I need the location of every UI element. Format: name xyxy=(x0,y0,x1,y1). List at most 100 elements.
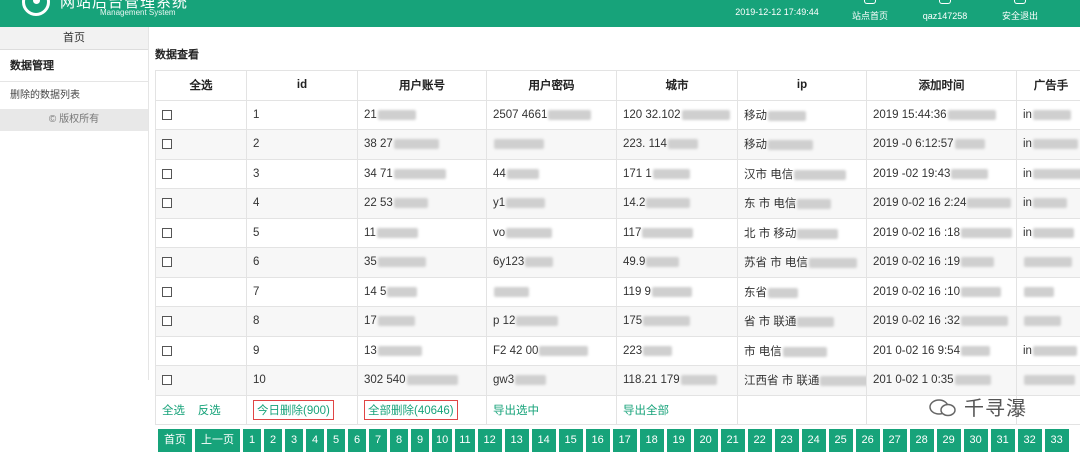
cell-city: 119 9 xyxy=(623,285,651,298)
row-checkbox[interactable] xyxy=(162,316,172,327)
cell-account: 38 27 xyxy=(364,138,393,151)
pagination-page[interactable]: 15 xyxy=(558,429,583,452)
col-added-time: 添加时间 xyxy=(866,70,1017,101)
redacted-blur xyxy=(377,257,426,268)
cell-account: 11 xyxy=(364,226,376,239)
table-row: 1 21 2507 4661 120 32.102 移动 2019 15:44:36 in xyxy=(155,99,1080,130)
redacted-blur xyxy=(797,317,835,328)
pagination-page[interactable]: 8 xyxy=(390,429,408,452)
redacted-blur xyxy=(782,346,827,357)
pagination-page[interactable]: 17 xyxy=(612,429,637,452)
cell-account: 14 5 xyxy=(364,285,387,298)
table-row: 6 35 6y123 49.9 苏省 市 电信 2019 0-02 16 :19 xyxy=(155,247,1080,278)
cell-password: 44 xyxy=(493,167,506,180)
redacted-blur xyxy=(960,316,1008,327)
redacted-blur xyxy=(954,139,985,150)
pagination-page[interactable]: 5 xyxy=(327,429,345,452)
row-checkbox[interactable] xyxy=(162,109,172,120)
row-checkbox[interactable] xyxy=(162,375,172,386)
cell-time: 2019 -02 19:43 xyxy=(873,167,951,180)
pagination-page[interactable]: 21 xyxy=(720,429,745,452)
cell-advertiser: in xyxy=(1023,108,1032,121)
home-icon xyxy=(864,0,876,4)
cell-city: 223. 114 xyxy=(623,138,667,151)
pagination-page[interactable]: 6 xyxy=(348,429,366,452)
redacted-blur xyxy=(1024,286,1054,297)
pagination-page[interactable]: 19 xyxy=(666,429,691,452)
cell-id: 4 xyxy=(253,197,260,210)
pagination-page[interactable]: 33 xyxy=(1044,429,1069,452)
user-menu[interactable]: qaz147258 xyxy=(915,0,975,27)
delete-today-button[interactable]: 今日删除(900) xyxy=(253,399,334,420)
pagination-page[interactable]: 2 xyxy=(264,429,282,452)
redacted-blur xyxy=(954,375,991,386)
redacted-blur xyxy=(539,345,589,356)
row-checkbox[interactable] xyxy=(162,257,172,268)
col-id: id xyxy=(246,70,358,101)
pagination-page[interactable]: 4 xyxy=(306,429,324,452)
row-checkbox[interactable] xyxy=(162,286,172,297)
redacted-blur xyxy=(393,198,428,209)
pagination-page[interactable]: 29 xyxy=(936,429,961,452)
pagination-page[interactable]: 30 xyxy=(963,429,988,452)
cell-advertiser: in xyxy=(1023,167,1032,180)
cell-city: 49.9 xyxy=(623,256,646,269)
pagination-page[interactable]: 31 xyxy=(990,429,1015,452)
cell-advertiser: in xyxy=(1023,138,1032,151)
pagination-page[interactable]: 26 xyxy=(855,429,880,452)
redacted-blur xyxy=(681,109,730,120)
cell-password: vo xyxy=(493,226,506,239)
pagination-page[interactable]: 11 xyxy=(455,429,475,452)
export-all-link[interactable]: 导出全部 xyxy=(623,405,669,417)
invert-selection-link[interactable]: 反选 xyxy=(198,405,221,417)
row-checkbox[interactable] xyxy=(162,139,172,150)
redacted-blur xyxy=(506,198,546,209)
redacted-blur xyxy=(960,227,1012,238)
pagination-page[interactable]: 20 xyxy=(693,429,718,452)
redacted-blur xyxy=(494,286,529,297)
sidebar-section-data-management[interactable]: 数据管理 xyxy=(0,50,148,82)
delete-all-button[interactable]: 全部删除(40646) xyxy=(364,399,458,420)
pagination-page[interactable]: 27 xyxy=(882,429,907,452)
pagination-page[interactable]: 28 xyxy=(909,429,934,452)
col-select-all[interactable]: 全选 xyxy=(155,70,247,101)
pagination-page[interactable]: 23 xyxy=(774,429,799,452)
row-checkbox[interactable] xyxy=(162,227,172,238)
sidebar-item-deleted-list[interactable]: 删除的数据列表 xyxy=(0,82,148,109)
pagination-page[interactable]: 18 xyxy=(639,429,664,452)
pagination-page[interactable]: 7 xyxy=(369,429,387,452)
pagination-page[interactable]: 25 xyxy=(828,429,853,452)
col-password: 用户密码 xyxy=(486,70,617,101)
pagination-page[interactable]: 12 xyxy=(477,429,502,452)
sidebar-home[interactable]: 首页 xyxy=(0,27,148,50)
row-checkbox[interactable] xyxy=(162,345,172,356)
cell-ip: 北 市 移动 xyxy=(744,227,797,240)
pagination-page[interactable]: 1 xyxy=(243,429,261,452)
pagination-first[interactable]: 首页 xyxy=(158,429,192,452)
pagination-page[interactable]: 22 xyxy=(747,429,772,452)
pagination-page[interactable]: 32 xyxy=(1017,429,1042,452)
logout-button[interactable]: 安全退出 xyxy=(990,0,1050,27)
row-checkbox[interactable] xyxy=(162,168,172,179)
home-link[interactable]: 站点首页 xyxy=(845,0,895,27)
logout-label: 安全退出 xyxy=(1001,11,1038,21)
pagination-page[interactable]: 9 xyxy=(411,429,429,452)
redacted-blur xyxy=(947,109,996,120)
cell-password: F2 42 00 xyxy=(493,344,539,357)
pagination-page[interactable]: 16 xyxy=(585,429,610,452)
pagination-page[interactable]: 24 xyxy=(801,429,826,452)
pagination-page[interactable]: 14 xyxy=(531,429,556,452)
pagination-page[interactable]: 3 xyxy=(285,429,303,452)
cell-id: 9 xyxy=(253,344,260,357)
pagination-page[interactable]: 10 xyxy=(432,429,453,452)
redacted-blur xyxy=(516,316,559,327)
redacted-blur xyxy=(1032,198,1067,209)
pagination-page[interactable]: 13 xyxy=(504,429,529,452)
cell-id: 3 xyxy=(253,167,260,180)
select-all-link[interactable]: 全选 xyxy=(162,405,185,417)
table-row: 7 14 5 119 9 东省 2019 0-02 16 :10 xyxy=(155,276,1080,307)
pagination-prev[interactable]: 上一页 xyxy=(195,429,240,452)
row-checkbox[interactable] xyxy=(162,198,172,209)
redacted-blur xyxy=(651,286,692,297)
export-selected-link[interactable]: 导出选中 xyxy=(493,405,539,417)
